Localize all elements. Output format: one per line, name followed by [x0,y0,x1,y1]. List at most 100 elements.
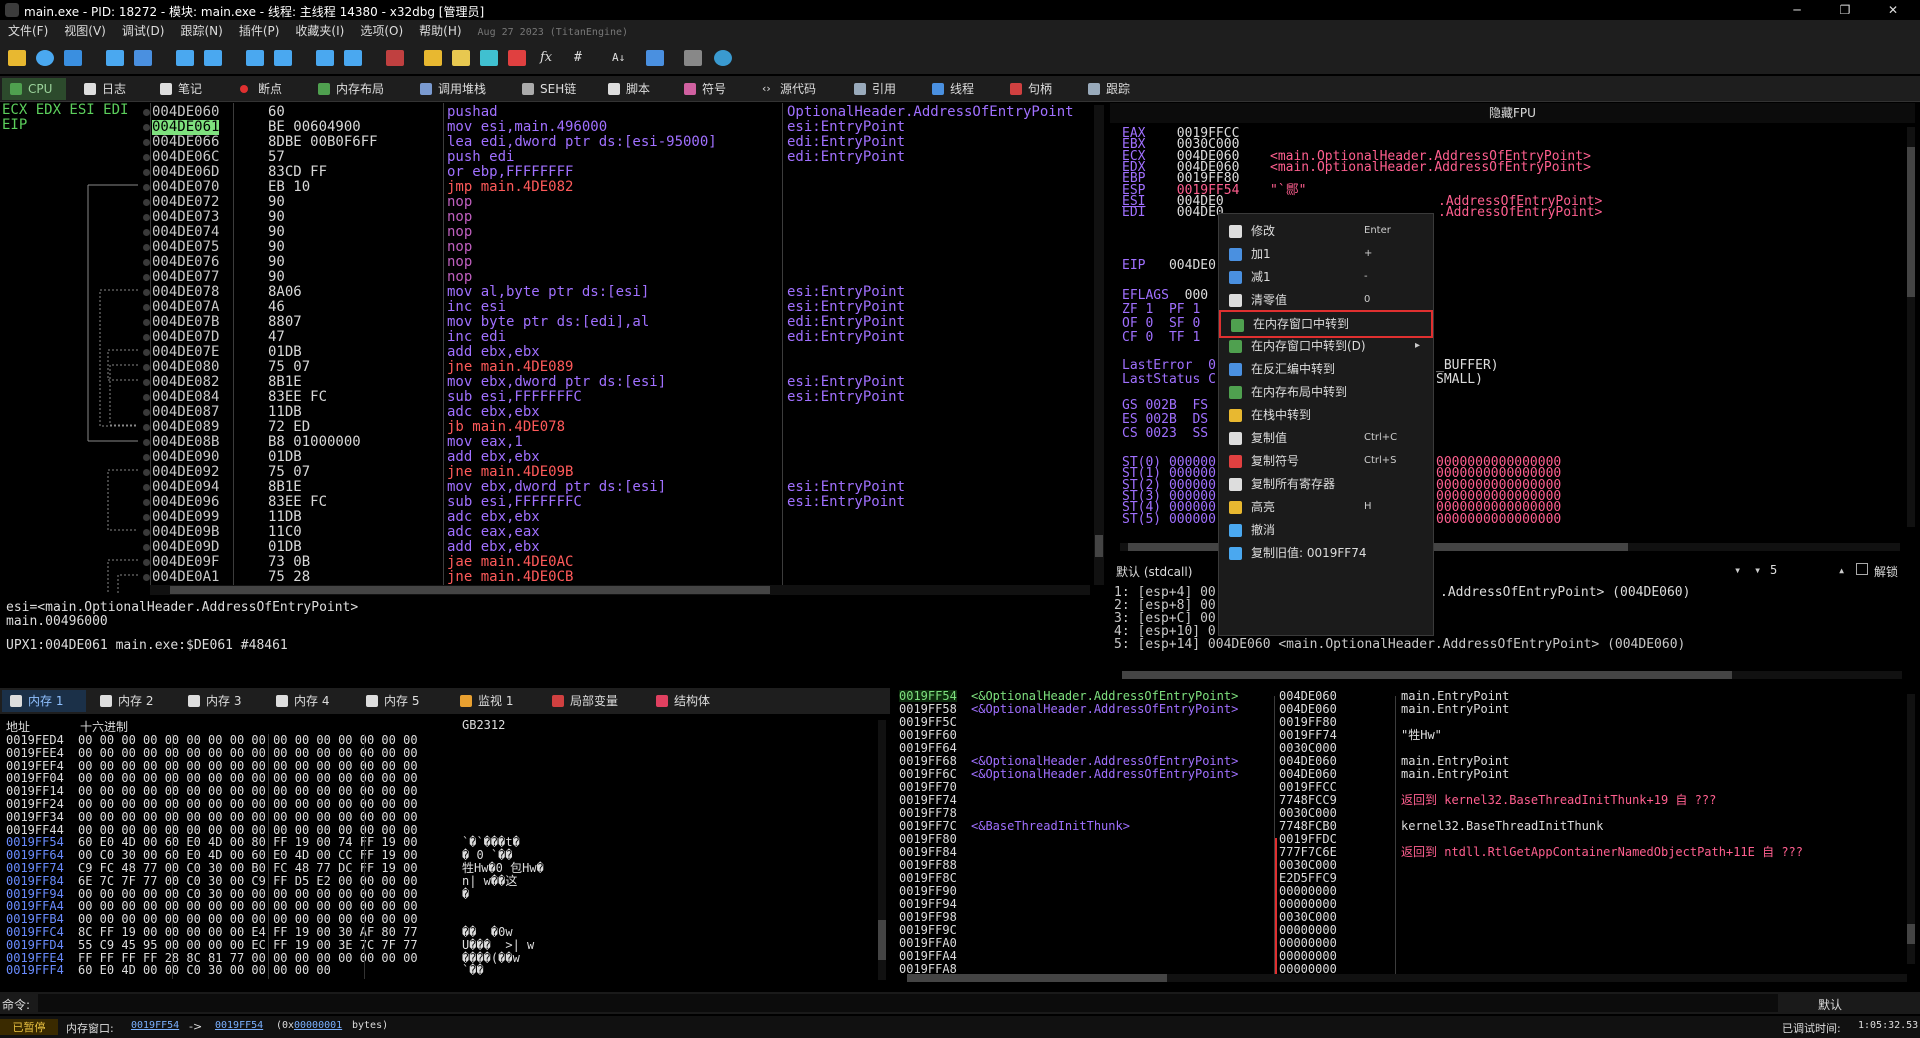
dump-hex[interactable]: 00 00 00 00 00 00 00 00 00 00 00 00 00 0… [78,824,418,836]
tab-locals[interactable]: 局部变量 [544,690,642,712]
stack-address[interactable]: 0019FF68 [899,755,957,767]
menu-help[interactable]: 帮助(H) [419,20,461,42]
breakpoint-gutter-dot[interactable] [143,184,150,191]
stack-address[interactable]: 0019FF74 [899,794,957,806]
menu-file[interactable]: 文件(F) [8,20,48,42]
dump-address[interactable]: 0019FFD4 [6,939,64,951]
flags-row[interactable]: ZF 1 PF 1 [1122,303,1200,317]
tab-struct[interactable]: 结构体 [648,690,738,712]
breakpoint-gutter-dot[interactable] [143,319,150,326]
disasm-address[interactable]: 004DE066 [152,135,219,150]
call-convention-select[interactable]: 默认 (stdcall) [1116,563,1192,580]
dump-hex[interactable]: 00 00 00 00 00 00 00 00 00 00 00 00 00 0… [78,913,418,925]
stack-address[interactable]: 0019FFA4 [899,950,957,962]
dump-address[interactable]: 0019FEE4 [6,747,64,759]
breakpoint-gutter-dot[interactable] [143,514,150,521]
menu-plugins[interactable]: 插件(P) [239,20,280,42]
stack-value[interactable]: 0019FFDC [1279,833,1337,845]
dump-vscrollbar[interactable] [878,720,886,980]
strings-icon[interactable]: A↓ [612,50,630,66]
stack-address[interactable]: 0019FF8C [899,872,957,884]
stack-value[interactable]: 00000000 [1279,924,1337,936]
lasterror-row[interactable]: LastError 0 [1122,359,1216,373]
disasm-address[interactable]: 004DE076 [152,255,219,270]
breakpoint-gutter-dot[interactable] [143,169,150,176]
variables-icon[interactable]: # [574,50,592,66]
dump-text[interactable]: U��� >| w [462,939,534,951]
disasm-address[interactable]: 004DE07B [152,315,219,330]
run-icon[interactable] [106,50,124,66]
disasm-address[interactable]: 004DE090 [152,450,219,465]
dump-text[interactable]: ����(��w [462,952,520,964]
minimize-button[interactable]: ─ [1774,0,1820,20]
restart-icon[interactable] [36,50,54,66]
tab-breakpoints[interactable]: 断点 [232,78,300,100]
labels-icon[interactable] [480,50,498,66]
disasm-address[interactable]: 004DE061 [152,120,220,135]
disasm-address[interactable]: 004DE099 [152,510,219,525]
tab-watch-1[interactable]: 监视 1 [452,690,538,712]
disasm-address[interactable]: 004DE087 [152,405,219,420]
stack-value[interactable]: 777F7C6E [1279,846,1337,858]
registers-vscrollbar[interactable] [1907,127,1915,527]
dump-hex[interactable]: 60 E0 4D 00 60 E0 4D 00 80 FF 19 00 74 F… [78,836,418,848]
patch-icon[interactable] [424,50,442,66]
disassembly-hscrollbar[interactable] [150,585,1090,595]
stack-value[interactable]: 0030C000 [1279,859,1337,871]
functions-icon[interactable]: fx [540,50,558,66]
tab-symbols[interactable]: 符号 [676,78,742,100]
memwin-to-link[interactable]: 0019FF54 [215,1020,263,1031]
menu-options[interactable]: 选项(O) [360,20,403,42]
disasm-address[interactable]: 004DE07D [152,330,219,345]
menu-view[interactable]: 视图(V) [64,20,106,42]
dump-address[interactable]: 0019FF84 [6,875,64,887]
stack-pane[interactable]: 0019FF54 <&OptionalHeader.AddressOfEntryP… [895,688,1920,988]
dump-hex[interactable]: 00 00 00 00 00 00 00 00 00 00 00 00 00 0… [78,760,418,772]
breakpoint-gutter-dot[interactable] [143,154,150,161]
stack-address[interactable]: 0019FF6C [899,768,957,780]
tab-source[interactable]: ‹› 源代码 [754,78,834,100]
disasm-address[interactable]: 004DE09F [152,555,219,570]
disassembly-pane[interactable]: ECX EDX ESI EDI EIP 004DE060 60 pushad Opti… [0,103,1105,597]
breakpoint-gutter-dot[interactable] [143,109,150,116]
disasm-address[interactable]: 004DE075 [152,240,219,255]
stack-address[interactable]: 0019FF90 [899,885,957,897]
disasm-address[interactable]: 004DE09B [152,525,219,540]
breakpoint-gutter-dot[interactable] [143,364,150,371]
dump-hex[interactable]: 60 E0 4D 00 00 C0 30 00 00 00 00 00 [78,964,331,976]
dump-text[interactable]: �� �0w [462,926,513,938]
dump-hex[interactable]: 00 00 00 00 00 00 00 00 00 00 00 00 00 0… [78,734,418,746]
stack-address[interactable]: 0019FF78 [899,807,957,819]
dropdown-arrow-icon[interactable]: ▾ [1734,563,1741,577]
disasm-address[interactable]: 004DE096 [152,495,219,510]
hide-fpu-toggle[interactable]: 隐藏FPU [1110,103,1915,123]
dump-hex[interactable]: FF FF FF FF 28 8C 81 77 00 00 00 00 00 0… [78,952,418,964]
stack-address[interactable]: 0019FF64 [899,742,957,754]
stack-address[interactable]: 0019FFA0 [899,937,957,949]
stack-value[interactable]: 00000000 [1279,898,1337,910]
dump-address[interactable]: 0019FF64 [6,849,64,861]
breakpoint-gutter-dot[interactable] [143,439,150,446]
tab-dump-4[interactable]: 内存 4 [268,690,352,712]
segment-row[interactable]: ES 002B DS [1122,413,1208,427]
dump-text[interactable]: � [462,888,469,900]
stack-value[interactable]: 0030C000 [1279,742,1337,754]
breakpoint-gutter-dot[interactable] [143,574,150,581]
breakpoint-gutter-dot[interactable] [143,469,150,476]
dump-hex[interactable]: 55 C9 45 95 00 00 00 00 EC FF 19 00 3E 7… [78,939,418,951]
dump-address[interactable]: 0019FF24 [6,798,64,810]
dump-address[interactable]: 0019FFB4 [6,913,64,925]
register-edi[interactable]: EDI 004DE0 [1122,206,1224,220]
disasm-address[interactable]: 004DE074 [152,225,219,240]
dump-text[interactable]: � 0 `�� [462,849,513,861]
stack-value[interactable]: 004DE060 [1279,768,1337,780]
stack-value[interactable]: E2D5FFC9 [1279,872,1337,884]
disassembly-vscrollbar[interactable] [1094,105,1104,585]
breakpoint-gutter-dot[interactable] [143,484,150,491]
bookmarks-icon[interactable] [508,50,526,66]
help-icon[interactable] [714,50,732,66]
stack-value[interactable]: 0030C000 [1279,911,1337,923]
ctx-copy-old-value[interactable]: 复制旧值: 0019FF74 [1219,540,1433,566]
tab-log[interactable]: 日志 [76,78,142,100]
stack-value[interactable]: 00000000 [1279,950,1337,962]
